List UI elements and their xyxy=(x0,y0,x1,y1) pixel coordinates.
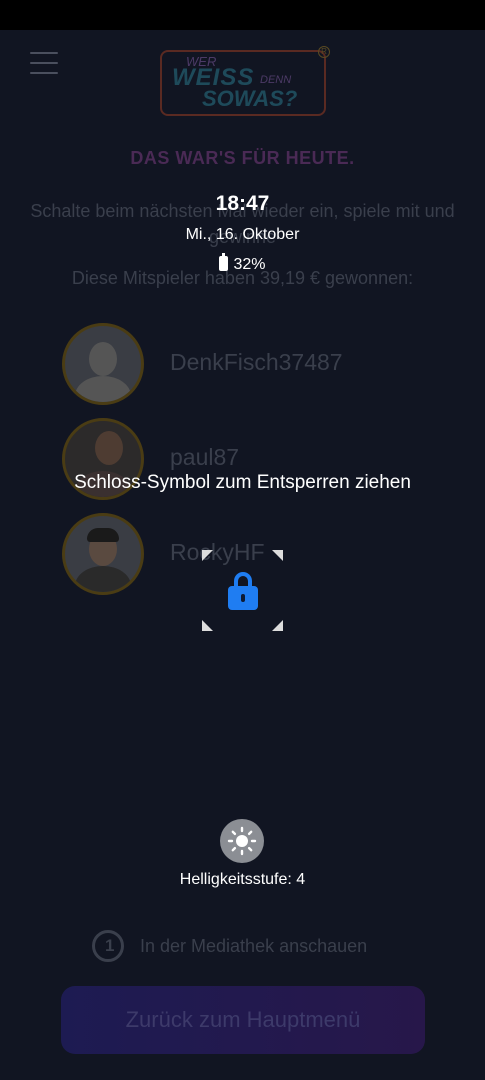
battery-status: 32% xyxy=(0,253,485,274)
brightness-label: Helligkeitsstufe: 4 xyxy=(179,871,306,888)
battery-icon xyxy=(219,253,229,271)
unlock-hint: Schloss-Symbol zum Entsperren ziehen xyxy=(74,472,411,493)
sun-icon xyxy=(227,826,257,856)
clock: 18:47 xyxy=(215,192,270,215)
battery-level: 32% xyxy=(233,256,266,273)
unlock-drag-area[interactable] xyxy=(202,550,283,631)
date: Mi., 16. Oktober xyxy=(185,226,300,243)
padlock-icon[interactable] xyxy=(228,572,258,610)
brightness-button[interactable] xyxy=(220,819,264,863)
lockscreen-overlay: 18:47 Mi., 16. Oktober 32% Schloss-Symbo… xyxy=(0,0,485,1080)
